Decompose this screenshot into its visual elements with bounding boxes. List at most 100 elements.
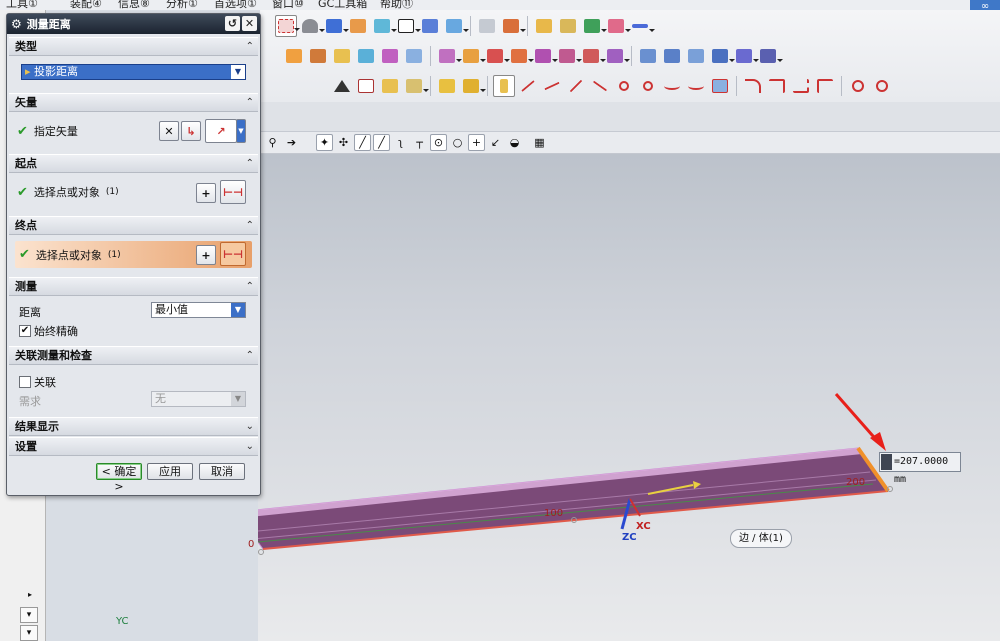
arc-center-icon[interactable]: ⊙: [430, 134, 447, 151]
point-line-icon[interactable]: [541, 75, 563, 97]
type-select[interactable]: ▸ 投影距离 ▼: [21, 64, 246, 80]
collapse-icon[interactable]: ⌃: [246, 217, 254, 235]
menu-gc-toolbox[interactable]: GC工具箱: [318, 0, 367, 10]
nsided-icon[interactable]: [733, 45, 759, 67]
circle-center-icon[interactable]: [871, 75, 893, 97]
chevron-down-icon[interactable]: ▼: [231, 303, 245, 317]
ok-button[interactable]: < 确定 >: [96, 463, 142, 493]
cone-icon[interactable]: [403, 45, 425, 67]
reset-icon[interactable]: ↺: [225, 16, 240, 31]
expand-icon[interactable]: ⌄: [246, 438, 254, 456]
collapse-icon[interactable]: ⌃: [246, 94, 254, 112]
menu-help[interactable]: 帮助⑪: [380, 0, 413, 10]
associative-option[interactable]: 关联: [19, 374, 56, 390]
arrow-right-icon[interactable]: ➔: [283, 134, 300, 151]
split-body-icon[interactable]: [532, 45, 558, 67]
snap-all-icon[interactable]: ✦: [316, 134, 333, 151]
layer-icon[interactable]: [347, 15, 369, 37]
navigator-dropdown[interactable]: ▾: [20, 625, 38, 641]
section-view-icon[interactable]: [419, 15, 441, 37]
shading-icon[interactable]: [299, 15, 325, 37]
line-icon[interactable]: [517, 75, 539, 97]
always-accurate-checkbox[interactable]: ✔: [19, 325, 31, 337]
measurement-result-box[interactable]: =207.0000 mm: [879, 452, 961, 485]
vector-type-icon[interactable]: ↗: [205, 119, 237, 143]
fit-view-icon[interactable]: [275, 15, 300, 37]
section-assoc-header[interactable]: 关联测量和检查 ⌃: [9, 346, 258, 365]
associative-checkbox[interactable]: [19, 376, 31, 388]
collapse-icon[interactable]: ⌃: [246, 278, 254, 296]
through-curves-icon[interactable]: [661, 45, 683, 67]
cross-line-icon[interactable]: [589, 75, 611, 97]
vector-dialog-icon[interactable]: ↳: [181, 121, 201, 141]
shell-icon[interactable]: [604, 45, 630, 67]
edit-icon[interactable]: [557, 15, 579, 37]
intersection-icon[interactable]: ┬: [411, 134, 428, 151]
cancel-button[interactable]: 取消: [199, 463, 245, 480]
graphics-viewport[interactable]: 0 100 200 XC ZC: [248, 154, 1000, 641]
surface-icon[interactable]: [355, 45, 377, 67]
dialog-title-bar[interactable]: ⚙ 测量距离 ↺ ✕: [7, 14, 260, 34]
point-on-face-icon[interactable]: ◒: [506, 134, 523, 151]
dimension-icon[interactable]: [629, 15, 655, 37]
circle-point-icon[interactable]: [847, 75, 869, 97]
unite-icon[interactable]: [436, 45, 462, 67]
quadrant-icon[interactable]: ○: [449, 134, 466, 151]
expand-icon[interactable]: ⌄: [246, 418, 254, 436]
collapse-icon[interactable]: ⌃: [246, 347, 254, 365]
filter-icon[interactable]: ⚲: [264, 134, 281, 151]
section-measure-header[interactable]: 测量 ⌃: [9, 277, 258, 296]
vector-dropdown-icon[interactable]: ▼: [236, 119, 246, 143]
menu-info[interactable]: 信息⑧: [118, 0, 150, 10]
menu-assembly[interactable]: 装配④: [70, 0, 102, 10]
components-icon[interactable]: [460, 75, 486, 97]
angle-line-icon[interactable]: [565, 75, 587, 97]
chevron-down-icon[interactable]: ▼: [231, 65, 245, 79]
tools-icon[interactable]: [533, 15, 555, 37]
fillet-icon[interactable]: [742, 75, 764, 97]
section-settings-header[interactable]: 设置 ⌄: [9, 437, 258, 456]
spline-icon[interactable]: [661, 75, 683, 97]
menu-analysis[interactable]: 分析①: [166, 0, 198, 10]
triangle-icon[interactable]: [331, 75, 353, 97]
intersect-icon[interactable]: [484, 45, 510, 67]
move-object-icon[interactable]: [500, 15, 526, 37]
table-icon[interactable]: [355, 75, 377, 97]
snap-points-icon[interactable]: ✣: [335, 134, 352, 151]
background-color-icon[interactable]: [395, 15, 421, 37]
curve-icon[interactable]: [685, 75, 707, 97]
navigator-dropdown[interactable]: ▾: [20, 607, 38, 623]
cube-view-icon[interactable]: [323, 15, 349, 37]
gear-icon[interactable]: ⚙: [11, 17, 22, 31]
menu-window[interactable]: 窗口⑩: [272, 0, 304, 10]
distance-select[interactable]: 最小值 ▼: [151, 302, 246, 318]
collapse-icon[interactable]: ⌃: [246, 155, 254, 173]
end-point-row-active[interactable]: ✔ 选择点或对象 (1): [15, 241, 252, 268]
chain-icon[interactable]: [493, 75, 515, 97]
control-point-icon[interactable]: ʅ: [392, 134, 409, 151]
mesh-icon[interactable]: [685, 45, 707, 67]
midpoint-icon[interactable]: ╱: [373, 134, 390, 151]
arc-icon[interactable]: [613, 75, 635, 97]
point-dialog-icon[interactable]: +: [196, 245, 216, 265]
point-on-curve-icon[interactable]: ↙: [487, 134, 504, 151]
offset-face-icon[interactable]: [556, 45, 582, 67]
section-result-header[interactable]: 结果显示 ⌄: [9, 417, 258, 436]
layer-settings-icon[interactable]: [476, 15, 498, 37]
thicken-icon[interactable]: [580, 45, 606, 67]
section-start-header[interactable]: 起点 ⌃: [9, 154, 258, 173]
menu-preferences[interactable]: 首选项①: [214, 0, 257, 10]
menu-tools[interactable]: 工具①: [6, 0, 38, 10]
section-type-header[interactable]: 类型 ⌃: [9, 37, 258, 56]
snap-icon[interactable]: [581, 15, 607, 37]
revolve-icon[interactable]: [331, 45, 353, 67]
endpoint-icon[interactable]: ╱: [354, 134, 371, 151]
always-accurate-option[interactable]: ✔ 始终精确: [19, 323, 78, 339]
start-point-row[interactable]: ✔ 选择点或对象 (1): [13, 180, 254, 204]
sweep-icon[interactable]: [637, 45, 659, 67]
section-end-header[interactable]: 终点 ⌃: [9, 216, 258, 235]
grid-icon[interactable]: [605, 15, 631, 37]
trim-curve-icon[interactable]: [766, 75, 788, 97]
corner-icon[interactable]: [814, 75, 836, 97]
vector-reverse-icon[interactable]: ✕: [159, 121, 179, 141]
